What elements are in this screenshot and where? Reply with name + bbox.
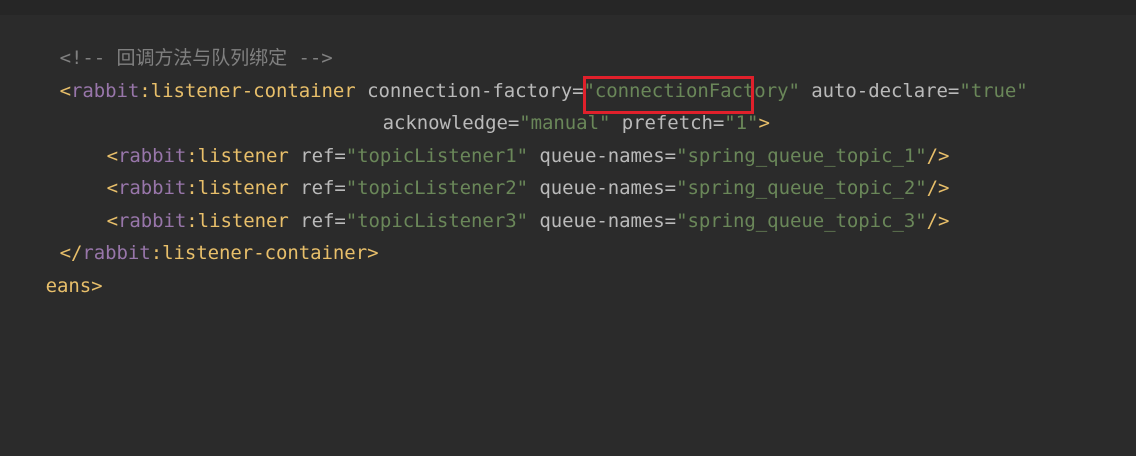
attr-value: "true" (959, 80, 1028, 102)
tag-namespace: rabbit (70, 80, 140, 102)
code-line-listener-1: <rabbit:listener ref="topicListener1" qu… (61, 117, 950, 167)
attr-value: "spring_queue_topic_3" (676, 210, 927, 232)
code-line-container-open: <rabbit:listener-container connection-fa… (14, 52, 1028, 102)
code-line-listener-2: <rabbit:listener ref="topicListener2" qu… (61, 149, 950, 199)
tag-name: :listener-container (150, 242, 368, 264)
attr-equals: = (664, 210, 677, 232)
beans-close-tag: eans> (45, 275, 103, 297)
attr-equals: = (947, 80, 960, 102)
attr-name: auto-declare (799, 80, 948, 102)
tag-name: :listener-container (139, 80, 356, 102)
code-line-listener-3: <rabbit:listener ref="topicListener3" qu… (61, 182, 950, 232)
attr-name: queue-names (528, 210, 665, 232)
editor-top-bar (0, 0, 1136, 15)
code-line-container-close: </rabbit:listener-container> (14, 214, 379, 264)
code-editor[interactable]: <!-- 回调方法与队列绑定 --> <rabbit:listener-cont… (0, 15, 1136, 456)
highlight-annotation-box (583, 76, 754, 114)
tag-close-bracket: > (367, 242, 379, 264)
code-line-comment: <!-- 回调方法与队列绑定 --> (14, 19, 333, 69)
tag-open-bracket: < (59, 80, 71, 102)
tag-self-close: /> (926, 210, 950, 232)
code-line-beans-close: eans> (0, 247, 103, 297)
